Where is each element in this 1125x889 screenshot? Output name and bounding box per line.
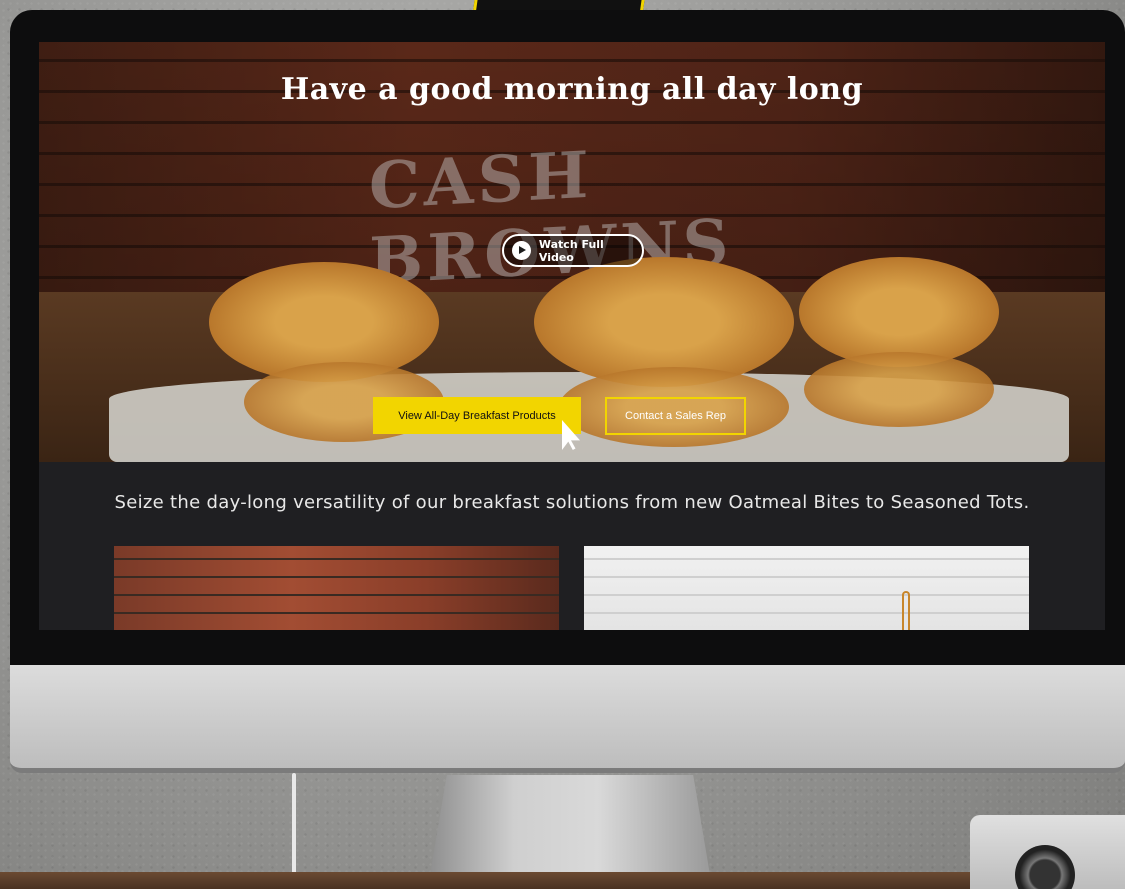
hero-title: Have a good morning all day long (280, 72, 864, 107)
contact-sales-button[interactable]: Contact a Sales Rep (605, 397, 746, 435)
camera-lens (1015, 845, 1075, 889)
camera-prop (970, 815, 1125, 889)
hero-chalk-text: CASH BROWNS (369, 137, 733, 300)
watch-video-label: Watch Full Video (538, 237, 604, 264)
hash-brown-sandwich (799, 257, 999, 367)
view-products-button[interactable]: View All-Day Breakfast Products (373, 397, 581, 434)
card-decoration (902, 591, 910, 630)
hash-brown-base (804, 352, 994, 427)
play-icon (512, 241, 531, 260)
monitor-chin (10, 665, 1125, 773)
cable (292, 773, 296, 878)
monitor-stand (430, 775, 710, 875)
hero-banner: CASH BROWNS Have a good morning all day … (39, 42, 1105, 462)
desk (0, 872, 1125, 889)
watch-video-button[interactable]: Watch Full Video (502, 234, 644, 267)
product-card-image[interactable] (114, 546, 559, 630)
website-screen: CASH BROWNS Have a good morning all day … (39, 42, 1105, 630)
tagline: Seize the day-long versatility of our br… (114, 492, 1030, 513)
product-card-image[interactable] (584, 546, 1029, 630)
